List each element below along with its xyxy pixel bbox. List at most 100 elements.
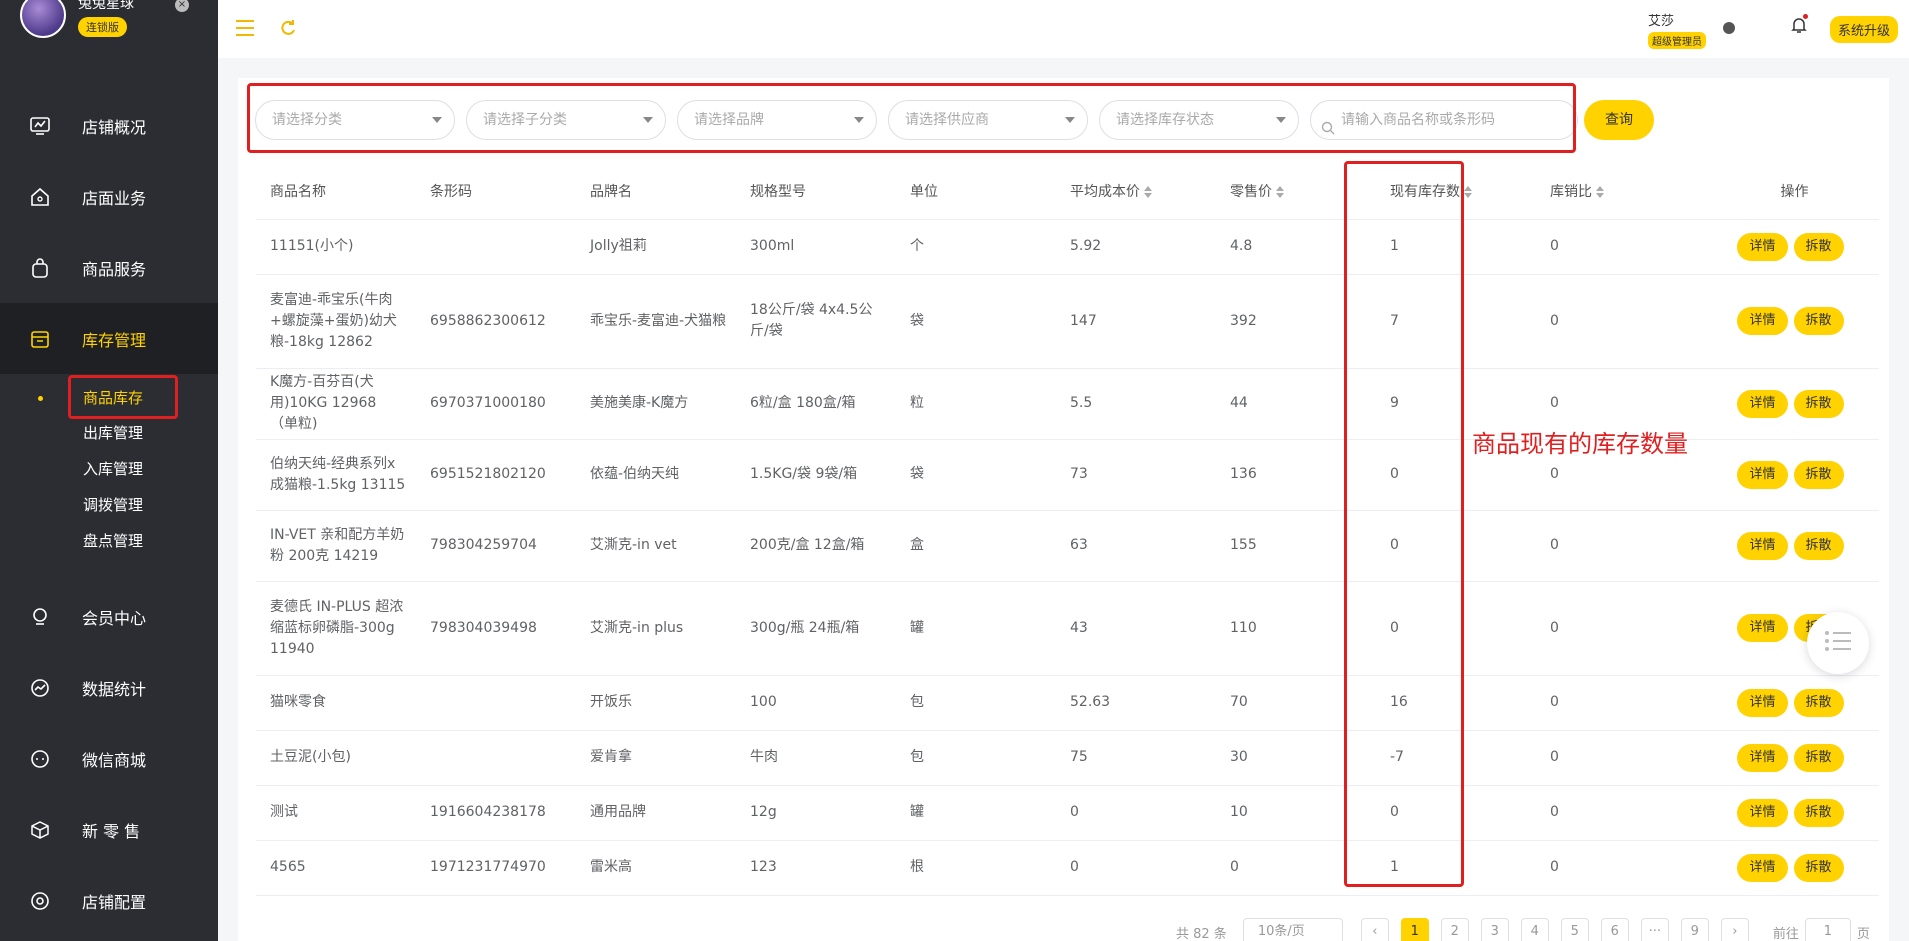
chevron-down-icon[interactable] xyxy=(1723,22,1735,34)
cell-spec: 牛肉 xyxy=(736,730,896,786)
submenu-item-stocktake[interactable]: 盘点管理 xyxy=(83,523,218,559)
cell-ratio: 0 xyxy=(1536,581,1696,676)
query-button[interactable]: 查询 xyxy=(1584,100,1654,140)
page-button[interactable]: 1 xyxy=(1400,918,1429,941)
submenu-label: 盘点管理 xyxy=(83,532,144,550)
table-row: 麦富迪-乖宝乐(牛肉+螺旋藻+蛋奶)幼犬粮-18kg 12862 69588623… xyxy=(256,274,1879,369)
cell-name: 伯纳天纯-经典系列x成猫粮-1.5kg 13115 xyxy=(256,439,416,511)
brand-name: 兔兔星球 xyxy=(78,0,134,12)
submenu-item-inbound[interactable]: 入库管理 xyxy=(83,451,218,487)
split-button[interactable]: 拆散 xyxy=(1793,389,1844,418)
prev-page-button[interactable]: ‹ xyxy=(1360,918,1389,941)
header-label: 单位 xyxy=(910,183,938,200)
annotation-label: 商品现有的库存数量 xyxy=(1472,430,1688,458)
sidebar-item-overview[interactable]: 店铺概况 xyxy=(0,90,218,161)
detail-button[interactable]: 详情 xyxy=(1737,614,1788,642)
bell-icon[interactable] xyxy=(1791,16,1807,38)
submenu-item-outbound[interactable]: 出库管理 xyxy=(83,416,218,451)
cell-brand: 爱肯拿 xyxy=(576,730,736,786)
brand[interactable]: 兔兔星球 连锁版 xyxy=(20,0,134,38)
column-header: 规格型号 xyxy=(736,163,896,220)
detail-button[interactable]: 详情 xyxy=(1737,307,1788,335)
split-button[interactable]: 拆散 xyxy=(1793,460,1844,489)
page-suffix: 页 xyxy=(1856,926,1870,941)
split-button[interactable]: 拆散 xyxy=(1793,232,1844,261)
page-button[interactable]: 3 xyxy=(1480,918,1509,941)
sort-icon[interactable] xyxy=(1464,185,1472,198)
sort-icon[interactable] xyxy=(1144,185,1152,198)
cell-spec: 300g/瓶 24瓶/箱 xyxy=(736,581,896,676)
detail-button[interactable]: 详情 xyxy=(1737,389,1788,418)
sidebar-item-store-config[interactable]: 店铺配置 xyxy=(0,865,218,936)
cell-name: 4565 xyxy=(256,840,416,896)
sidebar-item-new-retail[interactable]: 新 零 售 xyxy=(0,794,218,865)
sidebar-item-label: 数据统计 xyxy=(82,679,147,699)
page-size-select[interactable]: 10条/页 xyxy=(1242,918,1343,941)
detail-button[interactable]: 详情 xyxy=(1737,743,1788,772)
cell-brand: 通用品牌 xyxy=(576,785,736,841)
chart-icon xyxy=(28,676,52,700)
cell-brand: 依蕴-伯纳天纯 xyxy=(576,439,736,511)
cell-brand: 雷米高 xyxy=(576,840,736,896)
cell-name: 猫咪零食 xyxy=(256,675,416,731)
sidebar-item-members[interactable]: 会员中心 xyxy=(0,581,218,652)
detail-button[interactable]: 详情 xyxy=(1737,853,1788,882)
detail-button[interactable]: 详情 xyxy=(1737,798,1788,827)
cell-unit: 罐 xyxy=(896,785,1056,841)
detail-button[interactable]: 详情 xyxy=(1737,460,1788,489)
split-button[interactable]: 拆散 xyxy=(1793,531,1844,560)
page-button[interactable]: 9 xyxy=(1680,918,1709,941)
split-button[interactable]: 拆散 xyxy=(1793,798,1844,827)
goto-page-input[interactable]: 1 xyxy=(1804,918,1851,941)
split-button[interactable]: 拆散 xyxy=(1793,853,1844,882)
cell-name: 11151(小个) xyxy=(256,219,416,275)
sidebar-menu: 店铺概况 店面业务 商品服务 库存管理 商品库存 出库管理 入库管理 调拨管理 … xyxy=(0,90,218,936)
detail-button[interactable]: 详情 xyxy=(1737,531,1788,560)
floating-menu-button[interactable] xyxy=(1807,612,1869,674)
table-row: 测试 1916604238178 通用品牌 12g 罐 0 10 0 0 详情 拆散 xyxy=(256,785,1879,841)
submenu-item-transfer[interactable]: 调拨管理 xyxy=(83,487,218,523)
bag-icon xyxy=(28,256,52,280)
column-header: 商品名称 xyxy=(256,163,416,220)
cell-spec: 300ml xyxy=(736,219,896,275)
page-button[interactable]: 5 xyxy=(1560,918,1589,941)
header-label: 品牌名 xyxy=(590,183,632,200)
column-header-sortable[interactable]: 库销比 xyxy=(1536,163,1696,220)
header-label: 商品名称 xyxy=(270,183,326,200)
column-header: 操作 xyxy=(1696,163,1879,220)
submenu-item-product-stock[interactable]: 商品库存 xyxy=(38,375,218,419)
page-button[interactable]: 6 xyxy=(1600,918,1629,941)
sidebar-item-statistics[interactable]: 数据统计 xyxy=(0,652,218,723)
cell-spec: 200克/盒 12盒/箱 xyxy=(736,510,896,582)
header-label: 规格型号 xyxy=(750,183,806,200)
hamburger-menu-icon[interactable] xyxy=(234,18,256,42)
pagination: 共 82 条 10条/页 ‹ 1 2 3 4 5 6 ··· 9 › 前往 1 页 xyxy=(1176,918,1870,941)
page-button[interactable]: 2 xyxy=(1440,918,1469,941)
submenu-label: 入库管理 xyxy=(83,460,144,478)
detail-button[interactable]: 详情 xyxy=(1737,232,1788,261)
cell-cost: 63 xyxy=(1056,510,1216,582)
next-page-button[interactable]: › xyxy=(1720,918,1749,941)
close-icon[interactable]: × xyxy=(175,0,189,12)
split-button[interactable]: 拆散 xyxy=(1793,307,1844,335)
cell-brand: 开饭乐 xyxy=(576,675,736,731)
user-name[interactable]: 艾莎 xyxy=(1648,10,1674,29)
page-button[interactable]: ··· xyxy=(1640,918,1669,941)
sidebar-item-product-service[interactable]: 商品服务 xyxy=(0,232,218,303)
cell-cost: 0 xyxy=(1056,785,1216,841)
header-label: 库销比 xyxy=(1550,183,1592,200)
cell-cost: 0 xyxy=(1056,840,1216,896)
refresh-icon[interactable] xyxy=(278,18,298,42)
page-button[interactable]: 4 xyxy=(1520,918,1549,941)
upgrade-button[interactable]: 系统升级 xyxy=(1830,16,1899,43)
column-header-sortable[interactable]: 平均成本价 xyxy=(1056,163,1216,220)
sidebar-item-store-business[interactable]: 店面业务 xyxy=(0,161,218,232)
table-row: 11151(小个) Jolly祖莉 300ml 个 5.92 4.8 1 0 详情 拆散 xyxy=(256,219,1879,275)
sort-icon[interactable] xyxy=(1276,185,1284,198)
sidebar-item-inventory[interactable]: 库存管理 xyxy=(0,303,218,374)
sidebar-item-wechat-mall[interactable]: 微信商城 xyxy=(0,723,218,794)
sort-icon[interactable] xyxy=(1596,185,1604,198)
split-button[interactable]: 拆散 xyxy=(1793,688,1844,717)
split-button[interactable]: 拆散 xyxy=(1793,743,1844,772)
detail-button[interactable]: 详情 xyxy=(1737,688,1788,717)
